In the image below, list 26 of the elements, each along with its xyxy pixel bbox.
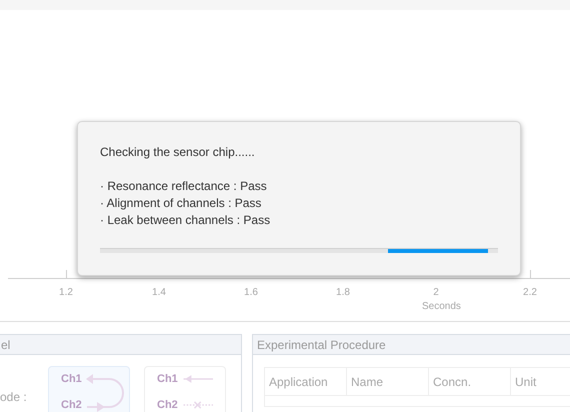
tick-label: 2 xyxy=(433,286,439,300)
mode-label: ode : xyxy=(0,389,28,406)
panel-header: Experimental Procedure xyxy=(253,335,570,355)
channel-label: Ch2 xyxy=(157,399,178,411)
axis-label: Seconds xyxy=(422,300,461,314)
column-header: Unit xyxy=(511,368,570,396)
channel-label: Ch1 xyxy=(61,373,82,385)
channel-label: Ch2 xyxy=(61,399,82,411)
tick-label: 1.8 xyxy=(336,286,350,300)
column-header: Concn. xyxy=(429,368,511,396)
check-result: · Alignment of channels : Pass xyxy=(100,195,262,212)
column-header: Application xyxy=(265,368,347,396)
panel-header: el xyxy=(0,335,241,355)
channel-label: Ch1 xyxy=(157,373,178,385)
tick-label: 1.4 xyxy=(152,286,166,300)
tick-label: 1.2 xyxy=(59,286,73,300)
blocked-arrow-icon xyxy=(182,400,213,410)
check-result: · Resonance reflectance : Pass xyxy=(100,178,268,195)
column-header: Name xyxy=(347,368,429,396)
check-result: · Leak between channels : Pass xyxy=(100,212,272,229)
tick-label: 1.6 xyxy=(244,286,258,300)
mode-option[interactable]: Ch1 Ch2 xyxy=(144,366,226,412)
tick-label: 2.2 xyxy=(523,286,537,300)
status-message: Checking the sensor chip...... xyxy=(100,144,256,160)
left-arrow-icon xyxy=(182,374,213,384)
mode-option[interactable]: Ch1 Ch2 xyxy=(48,366,130,412)
